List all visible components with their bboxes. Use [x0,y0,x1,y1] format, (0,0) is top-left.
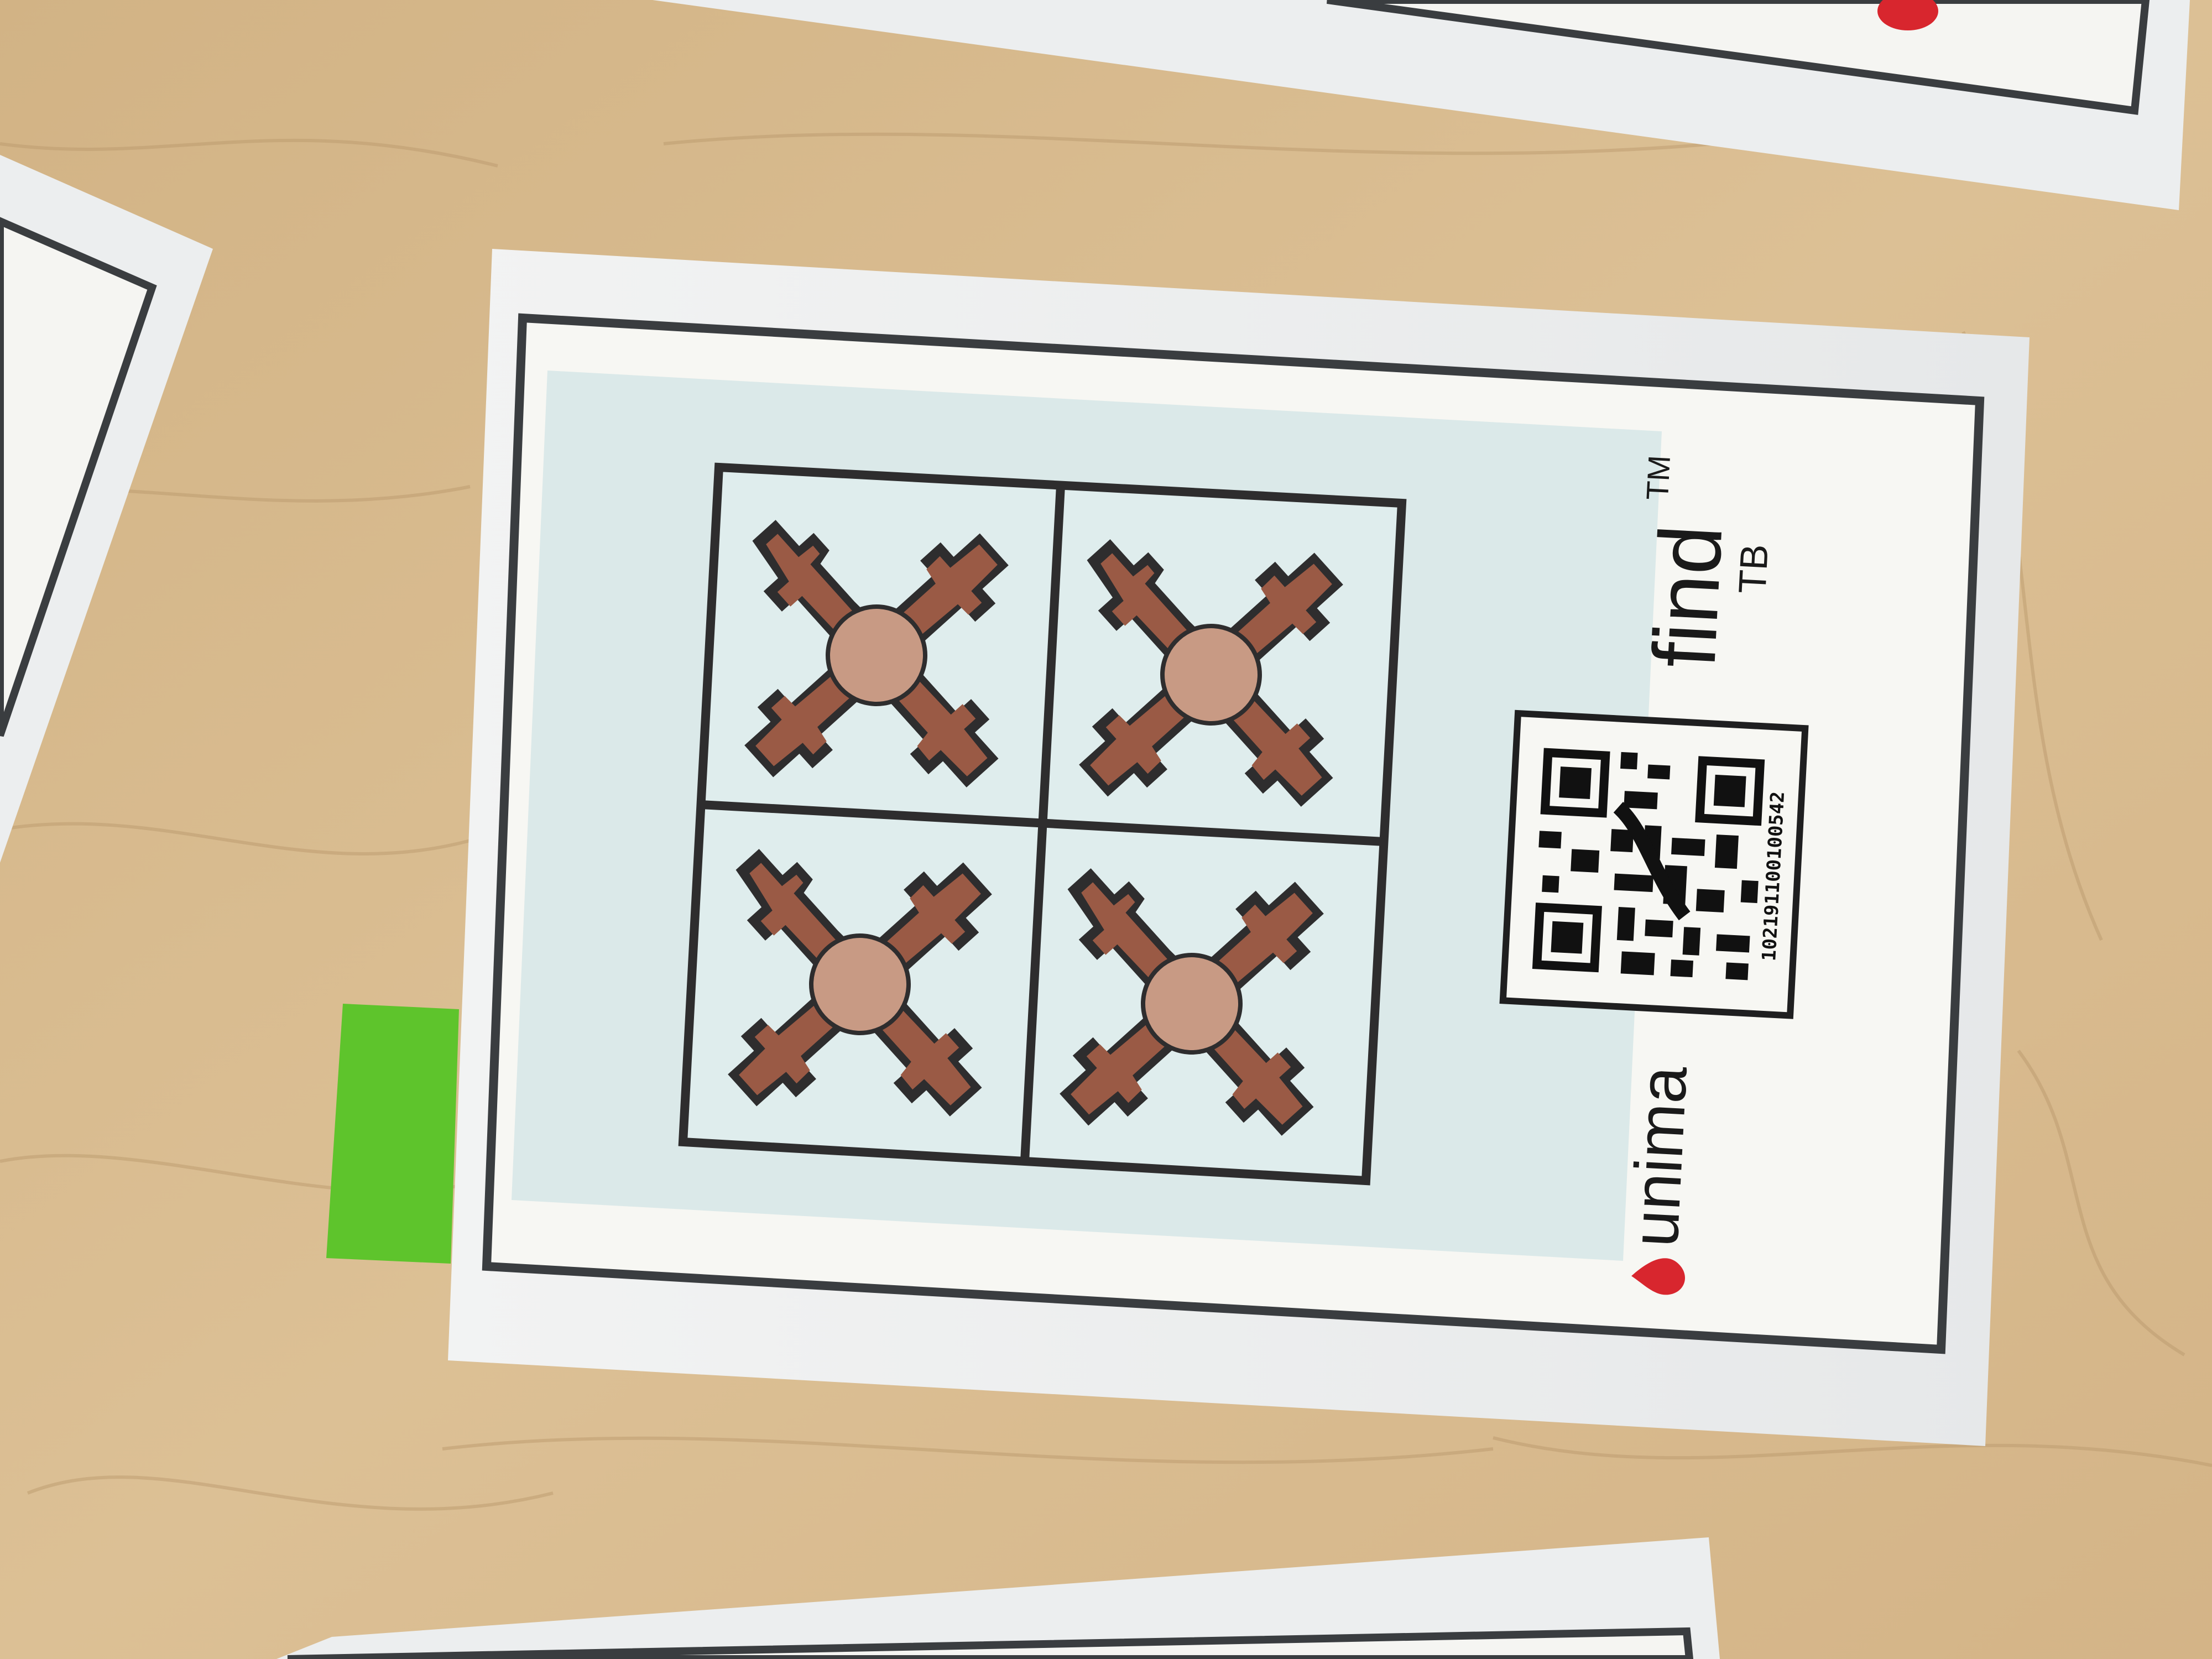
photo-scene: 102191100100542 unima find TM TB [0,0,2212,1659]
photo-canvas: 102191100100542 unima find TM TB [0,0,2212,1659]
brand-tm: TM [1640,455,1677,501]
brand-unima: unima [1618,1064,1701,1249]
qr-code-icon: 102191100100542 [1499,709,1809,1019]
wells-grid [678,462,1407,1186]
brand-sub: TB [1730,543,1776,594]
green-tab [326,1004,459,1264]
brand-find: find [1634,523,1740,670]
